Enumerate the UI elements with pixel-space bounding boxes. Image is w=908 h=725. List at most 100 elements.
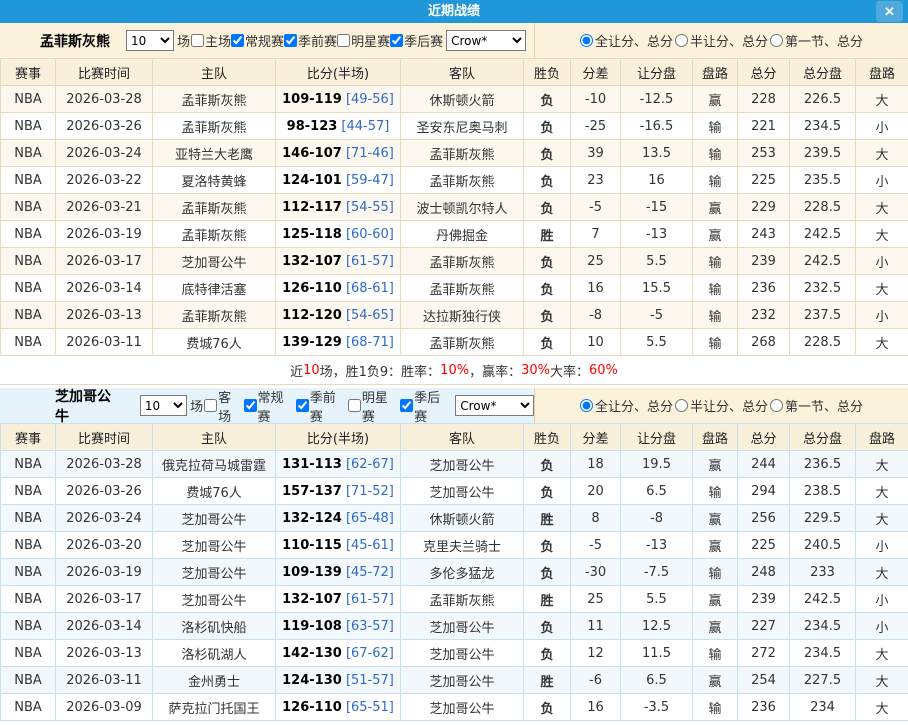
cell-handicap-result: 赢 xyxy=(693,221,738,248)
filter-checkbox[interactable] xyxy=(231,34,244,47)
filter-季前赛[interactable]: 季前赛 xyxy=(296,387,348,425)
cell-point-diff: 20 xyxy=(571,478,621,505)
cell-away-team: 孟菲斯灰熊 xyxy=(401,248,524,275)
radio-半让分、总分[interactable]: 半让分、总分 xyxy=(675,31,768,50)
radio-第一节、总分[interactable]: 第一节、总分 xyxy=(770,396,863,415)
filter-常规赛[interactable]: 常规赛 xyxy=(231,31,284,50)
filter-checkbox[interactable] xyxy=(204,399,217,412)
radio-input[interactable] xyxy=(580,34,593,47)
filter-明星赛[interactable]: 明星赛 xyxy=(337,31,390,50)
radio-input[interactable] xyxy=(675,34,688,47)
filter-checkbox[interactable] xyxy=(284,34,297,47)
bulls-count-select[interactable]: 10 xyxy=(140,395,187,416)
cell-handicap-result: 输 xyxy=(693,248,738,275)
half-score: [44-57] xyxy=(341,119,389,134)
column-header: 比赛时间 xyxy=(56,59,153,86)
cell-handicap-line: 13.5 xyxy=(621,140,693,167)
cell-score: 109-119 [49-56] xyxy=(276,86,401,113)
filter-label: 季后赛 xyxy=(414,387,452,425)
cell-home-team: 孟菲斯灰熊 xyxy=(153,113,276,140)
cell-point-diff: 16 xyxy=(571,275,621,302)
filter-季后赛[interactable]: 季后赛 xyxy=(390,31,443,50)
filter-常规赛[interactable]: 常规赛 xyxy=(244,387,296,425)
filter-checkbox[interactable] xyxy=(337,34,350,47)
radio-全让分、总分[interactable]: 全让分、总分 xyxy=(580,396,673,415)
filter-季后赛[interactable]: 季后赛 xyxy=(400,387,452,425)
cell-total-line: 242.5 xyxy=(790,586,856,613)
grizzlies-source-select[interactable]: Crow* xyxy=(446,30,526,51)
filter-checkbox[interactable] xyxy=(348,399,361,412)
radio-第一节、总分[interactable]: 第一节、总分 xyxy=(770,31,863,50)
bulls-source-select[interactable]: Crow* xyxy=(455,395,534,416)
table-row: NBA2026-03-13孟菲斯灰熊112-120 [54-65]达拉斯独行侠负… xyxy=(1,302,908,329)
filter-checkbox[interactable] xyxy=(244,399,257,412)
grizzlies-team-name: 孟菲斯灰熊 xyxy=(40,31,110,51)
grizzlies-table: 赛事比赛时间主队比分(半场)客队胜负分差让分盘盘路总分总分盘盘路 NBA2026… xyxy=(0,58,908,356)
radio-input[interactable] xyxy=(770,34,783,47)
cell-result: 负 xyxy=(524,559,571,586)
cell-away-team: 孟菲斯灰熊 xyxy=(401,167,524,194)
filter-客场[interactable]: 客场 xyxy=(204,387,243,425)
filter-明星赛[interactable]: 明星赛 xyxy=(348,387,400,425)
table-row: NBA2026-03-21孟菲斯灰熊112-117 [54-55]波士顿凯尔特人… xyxy=(1,194,908,221)
cell-home-team: 芝加哥公牛 xyxy=(153,248,276,275)
filter-季前赛[interactable]: 季前赛 xyxy=(284,31,337,50)
cell-league: NBA xyxy=(1,451,56,478)
cell-score: 112-117 [54-55] xyxy=(276,194,401,221)
column-header: 主队 xyxy=(153,59,276,86)
column-header: 让分盘 xyxy=(621,59,693,86)
cell-handicap-line: -5 xyxy=(621,302,693,329)
filter-checkbox[interactable] xyxy=(296,399,309,412)
table-row: NBA2026-03-28俄克拉荷马城雷霆131-113 [62-67]芝加哥公… xyxy=(1,451,908,478)
half-score: [68-71] xyxy=(346,335,394,350)
full-score: 139-129 xyxy=(282,335,342,350)
cell-handicap-result: 输 xyxy=(693,559,738,586)
cell-point-diff: 12 xyxy=(571,640,621,667)
cell-point-diff: 11 xyxy=(571,613,621,640)
cell-over-under: 小 xyxy=(856,113,908,140)
cell-league: NBA xyxy=(1,613,56,640)
filter-label: 客场 xyxy=(218,387,243,425)
cell-league: NBA xyxy=(1,140,56,167)
cell-score: 109-139 [45-72] xyxy=(276,559,401,586)
half-score: [60-60] xyxy=(346,227,394,242)
dialog-title: 近期战绩 xyxy=(428,4,480,19)
cell-home-team: 孟菲斯灰熊 xyxy=(153,194,276,221)
radio-input[interactable] xyxy=(580,399,593,412)
close-icon[interactable]: ✕ xyxy=(876,1,903,22)
column-header: 胜负 xyxy=(524,59,571,86)
radio-label: 第一节、总分 xyxy=(785,31,863,50)
filter-checkbox[interactable] xyxy=(191,34,204,47)
full-score: 126-110 xyxy=(282,281,342,296)
cell-total-line: 229.5 xyxy=(790,505,856,532)
cell-handicap-result: 赢 xyxy=(693,194,738,221)
cell-league: NBA xyxy=(1,194,56,221)
cell-handicap-line: -13 xyxy=(621,532,693,559)
filter-checkbox[interactable] xyxy=(400,399,413,412)
radio-全让分、总分[interactable]: 全让分、总分 xyxy=(580,31,673,50)
filter-checkbox[interactable] xyxy=(390,34,403,47)
radio-input[interactable] xyxy=(675,399,688,412)
cell-total-line: 234 xyxy=(790,694,856,721)
radio-半让分、总分[interactable]: 半让分、总分 xyxy=(675,396,768,415)
cell-league: NBA xyxy=(1,302,56,329)
section-grizzlies: 孟菲斯灰熊 10 场 主场常规赛季前赛明星赛季后赛 Crow* 全让分、总分半让… xyxy=(0,23,908,385)
cell-total-line: 234.5 xyxy=(790,613,856,640)
grizzlies-controls-right: 全让分、总分半让分、总分第一节、总分 xyxy=(535,23,908,58)
cell-away-team: 波士顿凯尔特人 xyxy=(401,194,524,221)
radio-input[interactable] xyxy=(770,399,783,412)
cell-handicap-result: 输 xyxy=(693,329,738,356)
grizzlies-count-select[interactable]: 10 xyxy=(126,30,174,51)
cell-handicap-result: 输 xyxy=(693,167,738,194)
cell-total-points: 236 xyxy=(738,694,790,721)
cell-point-diff: -5 xyxy=(571,194,621,221)
cell-score: 119-108 [63-57] xyxy=(276,613,401,640)
radio-label: 全让分、总分 xyxy=(595,31,673,50)
cell-over-under: 小 xyxy=(856,613,908,640)
filter-主场[interactable]: 主场 xyxy=(191,31,231,50)
half-score: [71-52] xyxy=(346,484,394,499)
column-header: 分差 xyxy=(571,59,621,86)
full-score: 112-117 xyxy=(282,200,342,215)
summary-text: 30% xyxy=(521,363,550,378)
cell-total-points: 232 xyxy=(738,302,790,329)
